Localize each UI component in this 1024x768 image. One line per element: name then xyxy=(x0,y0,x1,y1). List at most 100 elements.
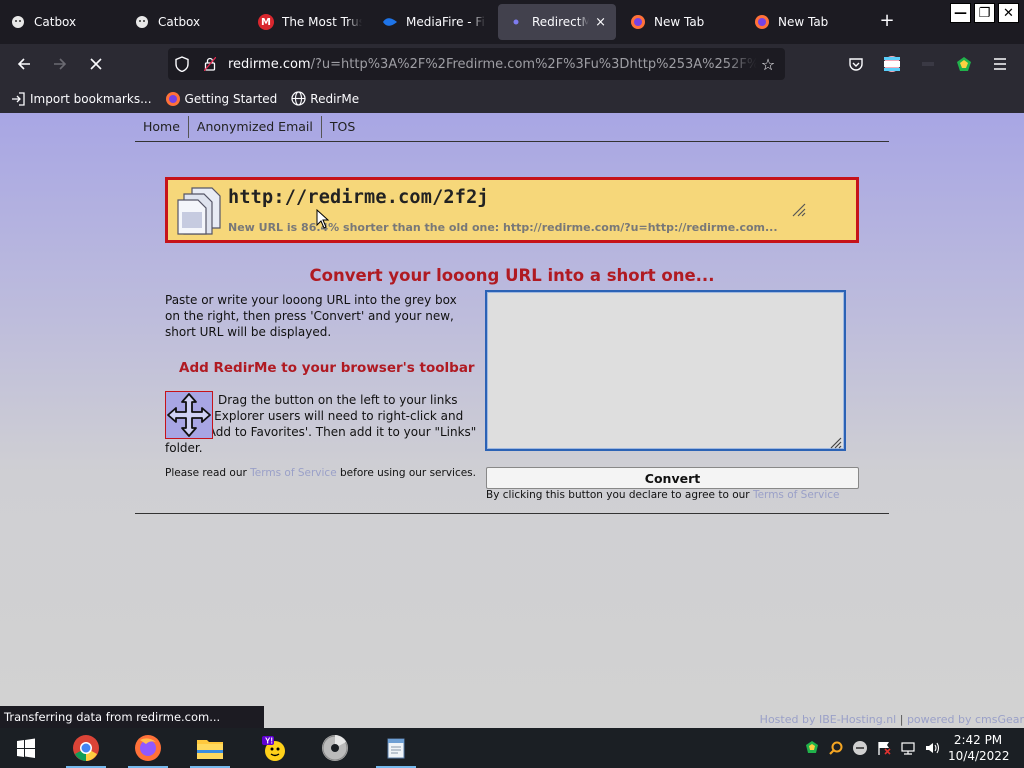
back-button[interactable] xyxy=(12,52,36,76)
bookmark-label: Import bookmarks... xyxy=(30,91,152,106)
instructions-text: Paste or write your looong URL into the … xyxy=(165,293,457,339)
svg-text:Y!: Y! xyxy=(265,737,273,746)
account-flag-icon[interactable] xyxy=(882,54,902,74)
page-content: Home Anonymized Email TOS http://redirme… xyxy=(0,113,1024,728)
import-icon xyxy=(10,91,26,107)
bookmark-label: RedirMe xyxy=(310,91,360,106)
minimize-button[interactable]: — xyxy=(950,3,971,23)
file-explorer-icon xyxy=(197,740,223,759)
bookmarklet-drag-button[interactable] xyxy=(165,391,213,439)
read-terms-prefix: Please read our xyxy=(165,467,251,479)
bookmark-getting-started[interactable]: Getting Started xyxy=(165,91,277,107)
clock-time: 2:42 PM xyxy=(953,733,1003,747)
lock-icon[interactable] xyxy=(202,56,218,72)
tab-title: MediaFire - File xyxy=(406,15,486,29)
tab-title: Catbox xyxy=(158,15,201,29)
restore-icon: ❐ xyxy=(978,5,991,21)
tray-vpn-icon[interactable] xyxy=(802,738,822,758)
catbox-icon xyxy=(134,14,150,30)
tab-title: The Most Trusted xyxy=(282,15,362,29)
tab-mega[interactable]: M The Most Trusted xyxy=(248,4,372,40)
menu-tos-link[interactable]: TOS xyxy=(320,116,363,138)
vpn-extension-icon[interactable] xyxy=(954,54,974,74)
bookmark-redirme[interactable]: RedirMe xyxy=(290,91,359,107)
minimize-icon: — xyxy=(954,5,967,21)
tab-new-tab-1[interactable]: New Tab xyxy=(620,4,744,40)
new-tab-button[interactable]: + xyxy=(876,10,898,32)
loading-dot-icon xyxy=(508,14,524,30)
close-window-button[interactable]: ✕ xyxy=(998,3,1019,23)
taskbar-file-explorer[interactable] xyxy=(186,728,234,768)
stop-button[interactable] xyxy=(84,52,108,76)
globe-icon xyxy=(290,91,306,107)
extension-icon[interactable] xyxy=(918,54,938,74)
close-tab-icon[interactable]: × xyxy=(595,15,606,30)
move-arrows-icon xyxy=(167,393,211,437)
bookmark-import[interactable]: Import bookmarks... xyxy=(10,91,152,107)
url-path: /?u=http%3A%2F%2Fredirme.com%2F%3Fu%3Dht… xyxy=(310,56,757,72)
forward-arrow-icon xyxy=(54,58,67,70)
mouse-cursor-icon xyxy=(316,209,330,229)
result-box: http://redirme.com/2f2j New URL is 86.4%… xyxy=(165,177,859,243)
hosted-by-link[interactable]: Hosted by IBE-Hosting.nl xyxy=(760,713,897,726)
taskbar-clock[interactable]: 2:42 PM 10/4/2022 xyxy=(948,732,1010,764)
tray-network-icon[interactable] xyxy=(898,738,918,758)
pocket-icon[interactable] xyxy=(846,54,866,74)
resize-grip-icon xyxy=(792,203,806,217)
read-terms-notice: Please read our Terms of Service before … xyxy=(165,467,476,479)
site-menu: Home Anonymized Email TOS xyxy=(135,113,889,142)
tab-catbox-1[interactable]: Catbox xyxy=(0,4,124,40)
menu-home-link[interactable]: Home xyxy=(135,116,188,138)
powered-by-link[interactable]: powered by cmsGear xyxy=(907,713,1024,726)
stop-icon xyxy=(90,58,102,70)
start-button[interactable] xyxy=(2,728,50,768)
long-url-input[interactable] xyxy=(485,290,846,451)
restore-button[interactable]: ❐ xyxy=(974,3,995,23)
read-terms-suffix: before using our services. xyxy=(336,467,476,479)
tab-catbox-2[interactable]: Catbox xyxy=(124,4,248,40)
clock-date: 10/4/2022 xyxy=(948,749,1010,763)
taskbar-notepad[interactable] xyxy=(372,728,420,768)
address-bar[interactable]: redirme.com/?u=http%3A%2F%2Fredirme.com%… xyxy=(168,48,785,80)
tab-redirectme[interactable]: RedirectMe - U × xyxy=(498,4,616,40)
close-icon: ✕ xyxy=(1003,5,1014,21)
tab-title: New Tab xyxy=(654,15,705,29)
terms-of-service-link-2[interactable]: Terms of Service xyxy=(753,489,840,501)
url-domain: redirme.com xyxy=(228,56,311,72)
convert-button[interactable]: Convert xyxy=(486,467,859,489)
textarea-resize-icon[interactable] xyxy=(828,435,842,449)
divider xyxy=(135,513,889,514)
short-url[interactable]: http://redirme.com/2f2j xyxy=(228,187,489,208)
tray-search-icon[interactable] xyxy=(826,738,846,758)
menu-anonymized-email-link[interactable]: Anonymized Email xyxy=(187,116,321,138)
mega-icon: M xyxy=(258,14,274,30)
converter-heading: Convert your looong URL into a short one… xyxy=(309,266,715,285)
dvd-icon xyxy=(322,735,348,761)
navigation-toolbar: redirme.com/?u=http%3A%2F%2Fredirme.com%… xyxy=(0,44,1024,84)
savings-text: New URL is 86.4% shorter than the old on… xyxy=(228,221,778,234)
tab-title: New Tab xyxy=(778,15,829,29)
taskbar-dvd-player[interactable] xyxy=(311,728,359,768)
shield-icon[interactable] xyxy=(174,56,190,72)
taskbar-yahoo-messenger[interactable]: Y! xyxy=(250,728,298,768)
taskbar-chrome[interactable] xyxy=(62,728,110,768)
menu-icon[interactable] xyxy=(990,54,1010,74)
tray-volume-icon[interactable] xyxy=(922,738,942,758)
mediafire-icon xyxy=(382,14,398,30)
forward-button[interactable] xyxy=(48,52,72,76)
taskbar-firefox[interactable] xyxy=(124,728,172,768)
firefox-icon xyxy=(135,735,161,761)
tray-minus-icon[interactable] xyxy=(850,738,870,758)
url-text[interactable]: redirme.com/?u=http%3A%2F%2Fredirme.com%… xyxy=(228,57,757,72)
terms-of-service-link[interactable]: Terms of Service xyxy=(250,467,337,479)
bookmarks-toolbar: Import bookmarks... Getting Started Redi… xyxy=(0,84,1024,113)
notepad-icon xyxy=(387,738,405,759)
tab-mediafire[interactable]: MediaFire - File xyxy=(372,4,496,40)
bookmark-star-icon[interactable]: ☆ xyxy=(757,55,779,74)
firefox-icon xyxy=(165,91,181,107)
windows-taskbar: Y! 2:42 PM 10/4/2022 xyxy=(0,728,1024,768)
yahoo-messenger-icon: Y! xyxy=(262,736,285,761)
chrome-icon xyxy=(73,735,99,761)
tray-flag-icon[interactable] xyxy=(874,738,894,758)
tab-new-tab-2[interactable]: New Tab xyxy=(744,4,868,40)
